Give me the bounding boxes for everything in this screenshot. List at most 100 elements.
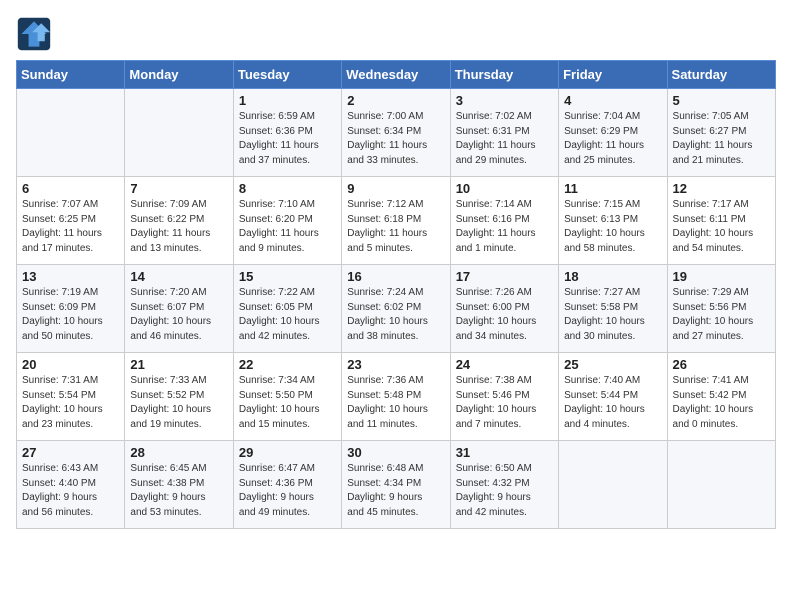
day-number: 11 [564,181,661,196]
calendar-week-row: 6 Sunrise: 7:07 AM Sunset: 6:25 PM Daylig… [17,177,776,265]
calendar-cell: 16Sunrise: 7:24 AM Sunset: 6:02 PM Dayli… [342,265,450,353]
day-number: 10 [456,181,553,196]
day-number: 12 [673,181,770,196]
day-number: 28 [130,445,227,460]
calendar-week-row: 27 Sunrise: 6:43 AM Sunset: 4:40 PM Dayli… [17,441,776,529]
calendar-cell: 1 Sunrise: 6:59 AM Sunset: 6:36 PM Daylig… [233,89,341,177]
day-info: Sunrise: 7:27 AM Sunset: 5:58 PM Dayligh… [564,286,661,344]
calendar-cell [667,441,775,529]
day-number: 6 [22,181,119,196]
day-info: Sunrise: 7:00 AM Sunset: 6:34 PM Dayligh… [347,110,444,168]
calendar-table: SundayMondayTuesdayWednesdayThursdayFrid… [16,60,776,529]
day-number: 8 [239,181,336,196]
calendar-cell: 15 Sunrise: 7:22 AM Sunset: 6:05 PM Dayli… [233,265,341,353]
day-info: Sunrise: 7:07 AM Sunset: 6:25 PM Dayligh… [22,198,119,256]
day-info: Sunrise: 7:24 AM Sunset: 6:02 PM Dayligh… [347,286,444,344]
day-info: Sunrise: 7:05 AM Sunset: 6:27 PM Dayligh… [673,110,770,168]
logo-icon [16,16,52,52]
weekday-header: Thursday [450,61,558,89]
calendar-cell: 3Sunrise: 7:02 AM Sunset: 6:31 PM Daylig… [450,89,558,177]
day-number: 24 [456,357,553,372]
day-number: 15 [239,269,336,284]
calendar-week-row: 13 Sunrise: 7:19 AM Sunset: 6:09 PM Dayli… [17,265,776,353]
calendar-cell: 17 Sunrise: 7:26 AM Sunset: 6:00 PM Dayli… [450,265,558,353]
day-info: Sunrise: 7:33 AM Sunset: 5:52 PM Dayligh… [130,374,227,432]
calendar-cell: 12 Sunrise: 7:17 AM Sunset: 6:11 PM Dayli… [667,177,775,265]
day-number: 20 [22,357,119,372]
day-number: 7 [130,181,227,196]
calendar-cell: 27 Sunrise: 6:43 AM Sunset: 4:40 PM Dayli… [17,441,125,529]
day-number: 13 [22,269,119,284]
day-number: 31 [456,445,553,460]
calendar-cell: 10 Sunrise: 7:14 AM Sunset: 6:16 PM Dayli… [450,177,558,265]
calendar-cell: 9 Sunrise: 7:12 AM Sunset: 6:18 PM Daylig… [342,177,450,265]
weekday-header: Tuesday [233,61,341,89]
calendar-cell [559,441,667,529]
calendar-cell: 21 Sunrise: 7:33 AM Sunset: 5:52 PM Dayli… [125,353,233,441]
day-info: Sunrise: 7:26 AM Sunset: 6:00 PM Dayligh… [456,286,553,344]
day-number: 23 [347,357,444,372]
day-info: Sunrise: 7:38 AM Sunset: 5:46 PM Dayligh… [456,374,553,432]
day-info: Sunrise: 6:50 AM Sunset: 4:32 PM Dayligh… [456,462,553,520]
weekday-header: Saturday [667,61,775,89]
day-info: Sunrise: 7:15 AM Sunset: 6:13 PM Dayligh… [564,198,661,256]
calendar-cell: 8 Sunrise: 7:10 AM Sunset: 6:20 PM Daylig… [233,177,341,265]
day-number: 29 [239,445,336,460]
day-info: Sunrise: 7:40 AM Sunset: 5:44 PM Dayligh… [564,374,661,432]
day-number: 25 [564,357,661,372]
day-info: Sunrise: 7:17 AM Sunset: 6:11 PM Dayligh… [673,198,770,256]
calendar-cell: 20Sunrise: 7:31 AM Sunset: 5:54 PM Dayli… [17,353,125,441]
day-number: 5 [673,93,770,108]
calendar-cell: 25 Sunrise: 7:40 AM Sunset: 5:44 PM Dayli… [559,353,667,441]
day-info: Sunrise: 6:45 AM Sunset: 4:38 PM Dayligh… [130,462,227,520]
day-info: Sunrise: 7:34 AM Sunset: 5:50 PM Dayligh… [239,374,336,432]
day-number: 1 [239,93,336,108]
calendar-cell: 11 Sunrise: 7:15 AM Sunset: 6:13 PM Dayli… [559,177,667,265]
day-info: Sunrise: 7:29 AM Sunset: 5:56 PM Dayligh… [673,286,770,344]
calendar-cell: 6 Sunrise: 7:07 AM Sunset: 6:25 PM Daylig… [17,177,125,265]
calendar-cell [125,89,233,177]
day-info: Sunrise: 7:14 AM Sunset: 6:16 PM Dayligh… [456,198,553,256]
day-info: Sunrise: 7:09 AM Sunset: 6:22 PM Dayligh… [130,198,227,256]
calendar-cell: 30Sunrise: 6:48 AM Sunset: 4:34 PM Dayli… [342,441,450,529]
day-info: Sunrise: 7:22 AM Sunset: 6:05 PM Dayligh… [239,286,336,344]
day-info: Sunrise: 7:19 AM Sunset: 6:09 PM Dayligh… [22,286,119,344]
calendar-cell: 18 Sunrise: 7:27 AM Sunset: 5:58 PM Dayli… [559,265,667,353]
day-number: 30 [347,445,444,460]
calendar-cell: 19Sunrise: 7:29 AM Sunset: 5:56 PM Dayli… [667,265,775,353]
calendar-cell: 22 Sunrise: 7:34 AM Sunset: 5:50 PM Dayli… [233,353,341,441]
day-number: 22 [239,357,336,372]
day-number: 9 [347,181,444,196]
day-info: Sunrise: 7:10 AM Sunset: 6:20 PM Dayligh… [239,198,336,256]
calendar-week-row: 20Sunrise: 7:31 AM Sunset: 5:54 PM Dayli… [17,353,776,441]
day-number: 26 [673,357,770,372]
calendar-cell: 5 Sunrise: 7:05 AM Sunset: 6:27 PM Daylig… [667,89,775,177]
calendar-cell: 7 Sunrise: 7:09 AM Sunset: 6:22 PM Daylig… [125,177,233,265]
calendar-cell: 29 Sunrise: 6:47 AM Sunset: 4:36 PM Dayli… [233,441,341,529]
day-number: 4 [564,93,661,108]
calendar-cell: 28 Sunrise: 6:45 AM Sunset: 4:38 PM Dayli… [125,441,233,529]
weekday-header: Friday [559,61,667,89]
day-number: 17 [456,269,553,284]
day-info: Sunrise: 6:47 AM Sunset: 4:36 PM Dayligh… [239,462,336,520]
calendar-cell: 2 Sunrise: 7:00 AM Sunset: 6:34 PM Daylig… [342,89,450,177]
page-header [16,16,776,52]
calendar-cell: 24 Sunrise: 7:38 AM Sunset: 5:46 PM Dayli… [450,353,558,441]
day-info: Sunrise: 6:59 AM Sunset: 6:36 PM Dayligh… [239,110,336,168]
calendar-cell: 23 Sunrise: 7:36 AM Sunset: 5:48 PM Dayli… [342,353,450,441]
calendar-body: 1 Sunrise: 6:59 AM Sunset: 6:36 PM Daylig… [17,89,776,529]
day-number: 2 [347,93,444,108]
day-info: Sunrise: 7:36 AM Sunset: 5:48 PM Dayligh… [347,374,444,432]
day-number: 14 [130,269,227,284]
weekday-header: Sunday [17,61,125,89]
day-info: Sunrise: 7:12 AM Sunset: 6:18 PM Dayligh… [347,198,444,256]
day-info: Sunrise: 7:41 AM Sunset: 5:42 PM Dayligh… [673,374,770,432]
day-number: 21 [130,357,227,372]
calendar-cell: 14Sunrise: 7:20 AM Sunset: 6:07 PM Dayli… [125,265,233,353]
day-number: 18 [564,269,661,284]
weekday-header: Monday [125,61,233,89]
day-number: 27 [22,445,119,460]
calendar-cell: 26 Sunrise: 7:41 AM Sunset: 5:42 PM Dayli… [667,353,775,441]
day-info: Sunrise: 6:43 AM Sunset: 4:40 PM Dayligh… [22,462,119,520]
logo [16,16,56,52]
